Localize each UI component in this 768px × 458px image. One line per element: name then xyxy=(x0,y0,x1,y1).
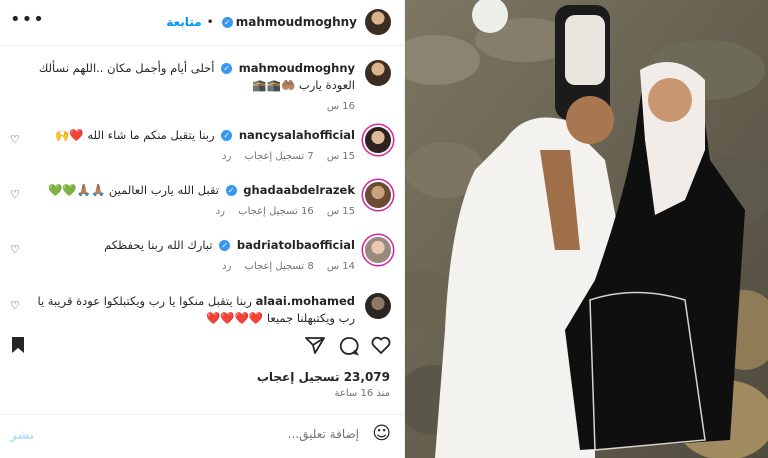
bookmark-icon[interactable] xyxy=(10,336,26,359)
comments-list: mahmoudmoghny ✓ أحلى أيام وأجمل مكان ..ا… xyxy=(0,47,405,325)
comment-time[interactable]: 14 س xyxy=(327,261,355,272)
list-item: ghadaabdelrazek ✓ تقبل الله يارب العالمي… xyxy=(10,182,391,227)
comment-text: تبارك الله ربنا يحفظكم xyxy=(104,238,213,252)
comment-username[interactable]: badriatolbaofficial xyxy=(237,238,355,252)
caption-username[interactable]: mahmoudmoghny xyxy=(239,61,355,75)
comment-text: تقبل الله يارب العالمين 🙏🏽🙏🏽💚💚 xyxy=(47,183,219,197)
comment-likes[interactable]: 16 تسجيل إعجاب xyxy=(238,206,314,217)
reply-button[interactable]: رد xyxy=(222,261,231,272)
comment-meta: 14 س 8 تسجيل إعجاب رد xyxy=(32,258,355,275)
caption-time[interactable]: 16 س xyxy=(327,101,355,112)
like-comment-heart-icon[interactable]: ♡ xyxy=(10,188,20,201)
post-photo xyxy=(405,0,768,458)
post-actions-bar xyxy=(0,334,405,364)
avatar[interactable] xyxy=(365,60,391,86)
avatar[interactable] xyxy=(365,293,391,319)
like-comment-heart-icon[interactable]: ♡ xyxy=(10,243,20,256)
verified-badge-icon: ✓ xyxy=(221,130,233,141)
comment-time[interactable]: 15 س xyxy=(327,206,355,217)
post-header: ••• mahmoudmoghny ✓ • متابعة xyxy=(0,0,405,46)
like-comment-heart-icon[interactable]: ♡ xyxy=(10,299,20,312)
avatar[interactable] xyxy=(365,9,391,35)
post-comment-button[interactable]: نشر xyxy=(10,428,34,442)
share-icon[interactable] xyxy=(305,336,325,359)
separator-dot: • xyxy=(206,15,214,29)
verified-badge-icon: ✓ xyxy=(219,240,231,251)
reply-button[interactable]: رد xyxy=(216,206,225,217)
emoji-icon[interactable]: ☺ xyxy=(372,423,391,444)
like-comment-heart-icon[interactable]: ♡ xyxy=(10,133,20,146)
caption-meta: 16 س xyxy=(10,98,355,115)
likes-count[interactable]: 23,079 تسجيل إعجاب xyxy=(257,370,390,384)
caption: mahmoudmoghny ✓ أحلى أيام وأجمل مكان ..ا… xyxy=(10,60,391,115)
comment-meta: 15 س 7 تسجيل إعجاب رد xyxy=(32,148,355,165)
comment-username[interactable]: ghadaabdelrazek xyxy=(243,183,355,197)
post-time[interactable]: منذ 16 ساعة xyxy=(335,388,390,399)
comment-time[interactable]: 15 س xyxy=(327,151,355,162)
comment-input[interactable] xyxy=(139,427,359,441)
comment-meta: 15 س 16 تسجيل إعجاب رد xyxy=(32,203,355,220)
avatar[interactable] xyxy=(365,237,391,263)
avatar[interactable] xyxy=(365,127,391,153)
reply-button[interactable]: رد xyxy=(222,151,231,162)
author-username[interactable]: mahmoudmoghny xyxy=(236,15,357,29)
list-item: badriatolbaofficial ✓ تبارك الله ربنا يح… xyxy=(10,237,391,282)
more-options-icon[interactable]: ••• xyxy=(10,9,45,30)
post-details-panel: ••• mahmoudmoghny ✓ • متابعة mahmoudmogh… xyxy=(0,0,405,458)
comment-username[interactable]: alaai.mohamed xyxy=(256,294,355,308)
comment-likes[interactable]: 8 تسجيل إعجاب xyxy=(245,261,314,272)
comment-likes[interactable]: 7 تسجيل إعجاب xyxy=(245,151,314,162)
verified-badge-icon: ✓ xyxy=(221,16,233,28)
avatar[interactable] xyxy=(365,182,391,208)
comment-icon[interactable] xyxy=(339,336,360,361)
list-item: nancysalahofficial ✓ ربنا يتقبل منكم ما … xyxy=(10,127,391,172)
author-info: mahmoudmoghny ✓ • متابعة xyxy=(166,9,391,35)
comment-text: ربنا يتقبل منكم ما شاء الله ❤️🙌 xyxy=(55,128,215,142)
comment-username[interactable]: nancysalahofficial xyxy=(239,128,355,142)
list-item: alaai.mohamed ربنا يتقبل منكوا يا رب ويك… xyxy=(10,293,391,325)
verified-badge-icon: ✓ xyxy=(225,185,237,196)
heart-icon[interactable] xyxy=(371,336,391,359)
verified-badge-icon: ✓ xyxy=(221,63,233,74)
pilgrims-photo xyxy=(405,0,768,458)
add-comment-bar: ☺ نشر xyxy=(0,414,405,458)
follow-button[interactable]: متابعة xyxy=(166,15,201,29)
